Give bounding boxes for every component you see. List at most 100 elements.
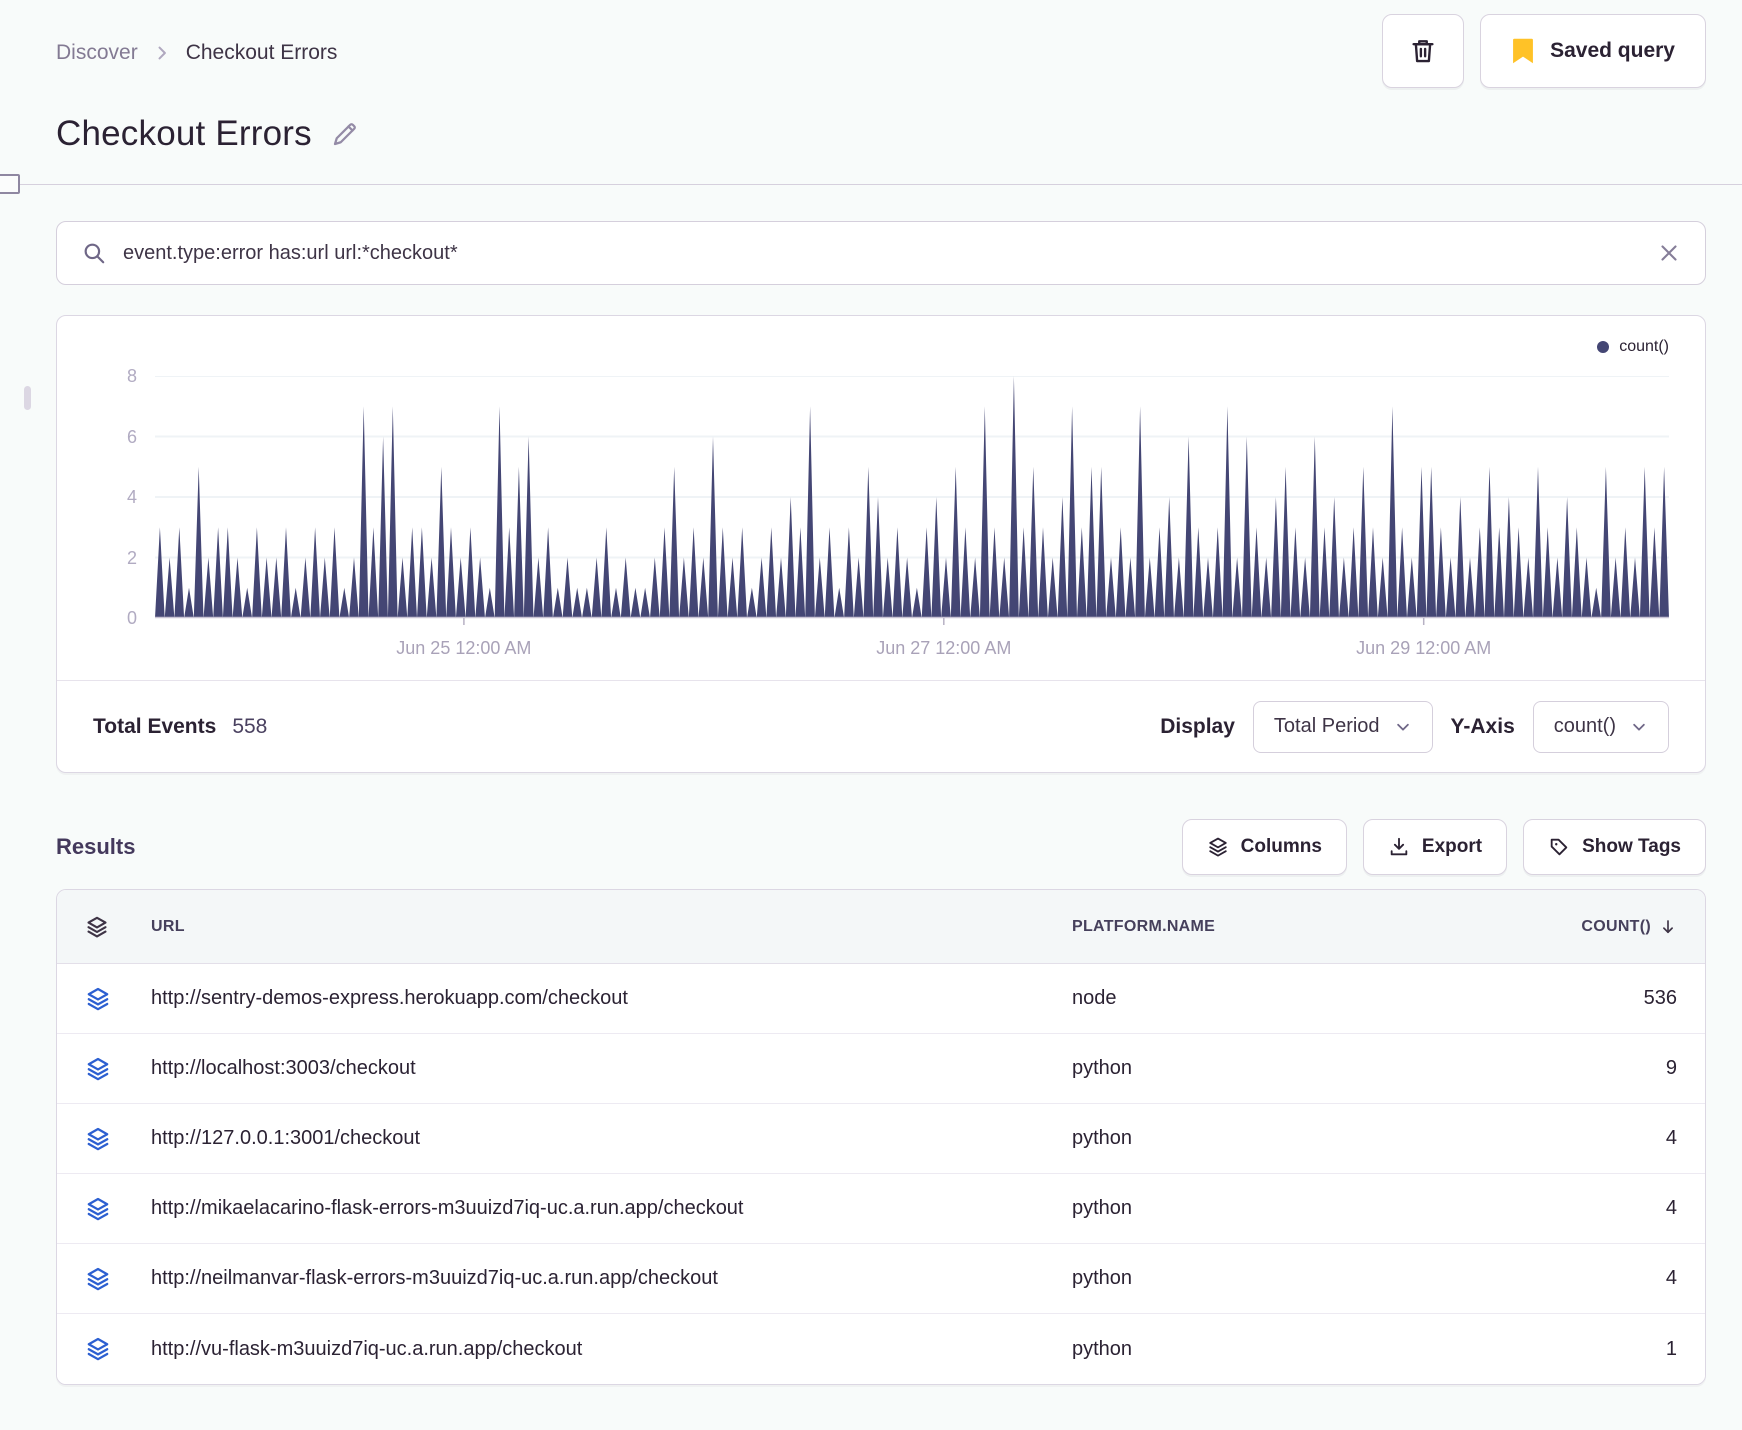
chart-footer: Total Events 558 Display Total Period Y-…: [57, 680, 1705, 772]
count-header-label: COUNT(): [1581, 917, 1651, 935]
stack-icon[interactable]: [85, 986, 151, 1012]
table-row: http://127.0.0.1:3001/checkout python 4: [57, 1104, 1705, 1174]
table-header-row: URL PLATFORM.NAME COUNT(): [57, 890, 1705, 964]
chart-legend: count(): [93, 334, 1669, 360]
breadcrumb: Discover Checkout Errors: [56, 41, 337, 65]
stack-icon[interactable]: [85, 1056, 151, 1082]
x-tick-label: Jun 27 12:00 AM: [876, 638, 1012, 658]
table-row: http://mikaelacarino-flask-errors-m3uuiz…: [57, 1174, 1705, 1244]
download-icon: [1388, 836, 1410, 858]
tag-icon: [1548, 836, 1570, 858]
delete-query-button[interactable]: [1382, 14, 1465, 88]
page-divider: [0, 174, 1742, 194]
yaxis-value: count(): [1553, 715, 1616, 737]
table-row: http://sentry-demos-express.herokuapp.co…: [57, 964, 1705, 1034]
y-tick-label: 2: [126, 547, 137, 568]
chevron-right-icon: [152, 43, 172, 63]
results-row: Results Columns Export Show Tags: [56, 819, 1706, 875]
table-row: http://neilmanvar-flask-errors-m3uuizd7i…: [57, 1244, 1705, 1314]
chart-area: 02468 Jun 25 12:00 AM Jun 27 12:00 AM Jun …: [93, 366, 1669, 668]
export-label: Export: [1421, 836, 1483, 857]
display-label: Display: [1160, 714, 1235, 738]
count-cell: 4: [1665, 1127, 1677, 1149]
stack-icon[interactable]: [85, 915, 151, 939]
count-cell: 536: [1643, 987, 1677, 1009]
y-axis: 0 2 4 6 8: [93, 366, 137, 628]
legend-label: count(): [1619, 338, 1669, 355]
results-table: URL PLATFORM.NAME COUNT() http://sentry-…: [56, 889, 1706, 1385]
scroll-indicator: [24, 386, 31, 410]
stack-icon[interactable]: [85, 1266, 151, 1292]
sort-desc-icon: [1659, 918, 1677, 936]
header-actions: Saved query: [1382, 14, 1706, 88]
table-row: http://localhost:3003/checkout python 9: [57, 1034, 1705, 1104]
x-tick-label: Jun 29 12:00 AM: [1356, 638, 1492, 658]
url-cell[interactable]: http://vu-flask-m3uuizd7iq-uc.a.run.app/…: [151, 1338, 1072, 1361]
column-header-platform[interactable]: PLATFORM.NAME: [1072, 918, 1517, 936]
search-icon: [81, 240, 107, 266]
saved-query-button[interactable]: Saved query: [1480, 14, 1706, 88]
platform-cell: python: [1072, 1057, 1133, 1079]
count-cell: 4: [1665, 1267, 1677, 1289]
breadcrumb-current: Checkout Errors: [185, 41, 338, 64]
table-body: http://sentry-demos-express.herokuapp.co…: [57, 964, 1705, 1384]
display-select[interactable]: Total Period: [1252, 700, 1433, 753]
url-cell[interactable]: http://127.0.0.1:3001/checkout: [151, 1127, 1072, 1150]
legend-dot: [1597, 341, 1610, 353]
panel-collapse-handle[interactable]: [0, 174, 20, 194]
saved-query-label: Saved query: [1550, 39, 1675, 62]
total-events-label: Total Events: [93, 714, 217, 738]
search-query-text: event.type:error has:url url:*checkout*: [123, 241, 458, 264]
chart-panel: count() 0 2 4 6 8 Jun 25 12:00 AM Jun 27 12:0…: [56, 315, 1706, 773]
chart-svg: [155, 376, 1669, 625]
count-cell: 4: [1665, 1197, 1677, 1219]
bookmark-icon: [1511, 37, 1535, 65]
platform-cell: python: [1072, 1267, 1133, 1289]
platform-cell: python: [1072, 1127, 1133, 1149]
chart-controls: Display Total Period Y-Axis count(): [1160, 700, 1669, 753]
results-actions: Columns Export Show Tags: [1181, 819, 1706, 875]
stack-icon[interactable]: [85, 1336, 151, 1362]
url-cell[interactable]: http://mikaelacarino-flask-errors-m3uuiz…: [151, 1197, 1072, 1220]
column-header-url[interactable]: URL: [151, 918, 1072, 936]
edit-title-icon[interactable]: [330, 119, 360, 149]
table-row: http://vu-flask-m3uuizd7iq-uc.a.run.app/…: [57, 1314, 1705, 1384]
y-tick-label: 6: [126, 426, 137, 447]
column-header-count[interactable]: COUNT(): [1517, 918, 1677, 936]
title-row: Checkout Errors: [56, 114, 1706, 154]
search-input[interactable]: event.type:error has:url url:*checkout*: [56, 221, 1706, 285]
results-heading: Results: [56, 834, 136, 859]
platform-cell: python: [1072, 1197, 1133, 1219]
count-cell: 9: [1665, 1057, 1677, 1079]
show-tags-button[interactable]: Show Tags: [1523, 819, 1706, 875]
y-tick-label: 8: [126, 366, 137, 386]
display-value: Total Period: [1273, 715, 1380, 737]
url-cell[interactable]: http://neilmanvar-flask-errors-m3uuizd7i…: [151, 1267, 1072, 1290]
url-cell[interactable]: http://localhost:3003/checkout: [151, 1057, 1072, 1080]
trash-icon: [1408, 36, 1438, 66]
columns-button[interactable]: Columns: [1181, 819, 1347, 875]
export-button[interactable]: Export: [1362, 819, 1508, 875]
columns-label: Columns: [1240, 836, 1322, 857]
stack-icon[interactable]: [85, 1126, 151, 1152]
yaxis-select[interactable]: count(): [1532, 700, 1669, 753]
url-cell[interactable]: http://sentry-demos-express.herokuapp.co…: [151, 987, 1072, 1010]
clear-search-icon[interactable]: [1657, 241, 1681, 265]
discover-page: Discover Checkout Errors Saved query Che…: [0, 0, 1742, 1385]
top-bar: Discover Checkout Errors Saved query: [56, 14, 1706, 88]
yaxis-label: Y-Axis: [1450, 714, 1515, 738]
count-cell: 1: [1665, 1337, 1677, 1360]
show-tags-label: Show Tags: [1582, 836, 1681, 857]
platform-cell: node: [1072, 987, 1117, 1009]
y-tick-label: 0: [126, 608, 137, 628]
chevron-down-icon: [1630, 718, 1648, 736]
x-tick-label: Jun 25 12:00 AM: [396, 638, 532, 658]
chart-plot[interactable]: [155, 376, 1669, 626]
x-axis: Jun 25 12:00 AM Jun 27 12:00 AM Jun 29 12:…: [155, 626, 1669, 668]
columns-icon: [1207, 836, 1229, 858]
stack-icon[interactable]: [85, 1196, 151, 1222]
total-events-value: 558: [232, 714, 268, 738]
page-title: Checkout Errors: [56, 114, 312, 153]
platform-cell: python: [1072, 1337, 1133, 1360]
breadcrumb-discover[interactable]: Discover: [56, 41, 138, 65]
